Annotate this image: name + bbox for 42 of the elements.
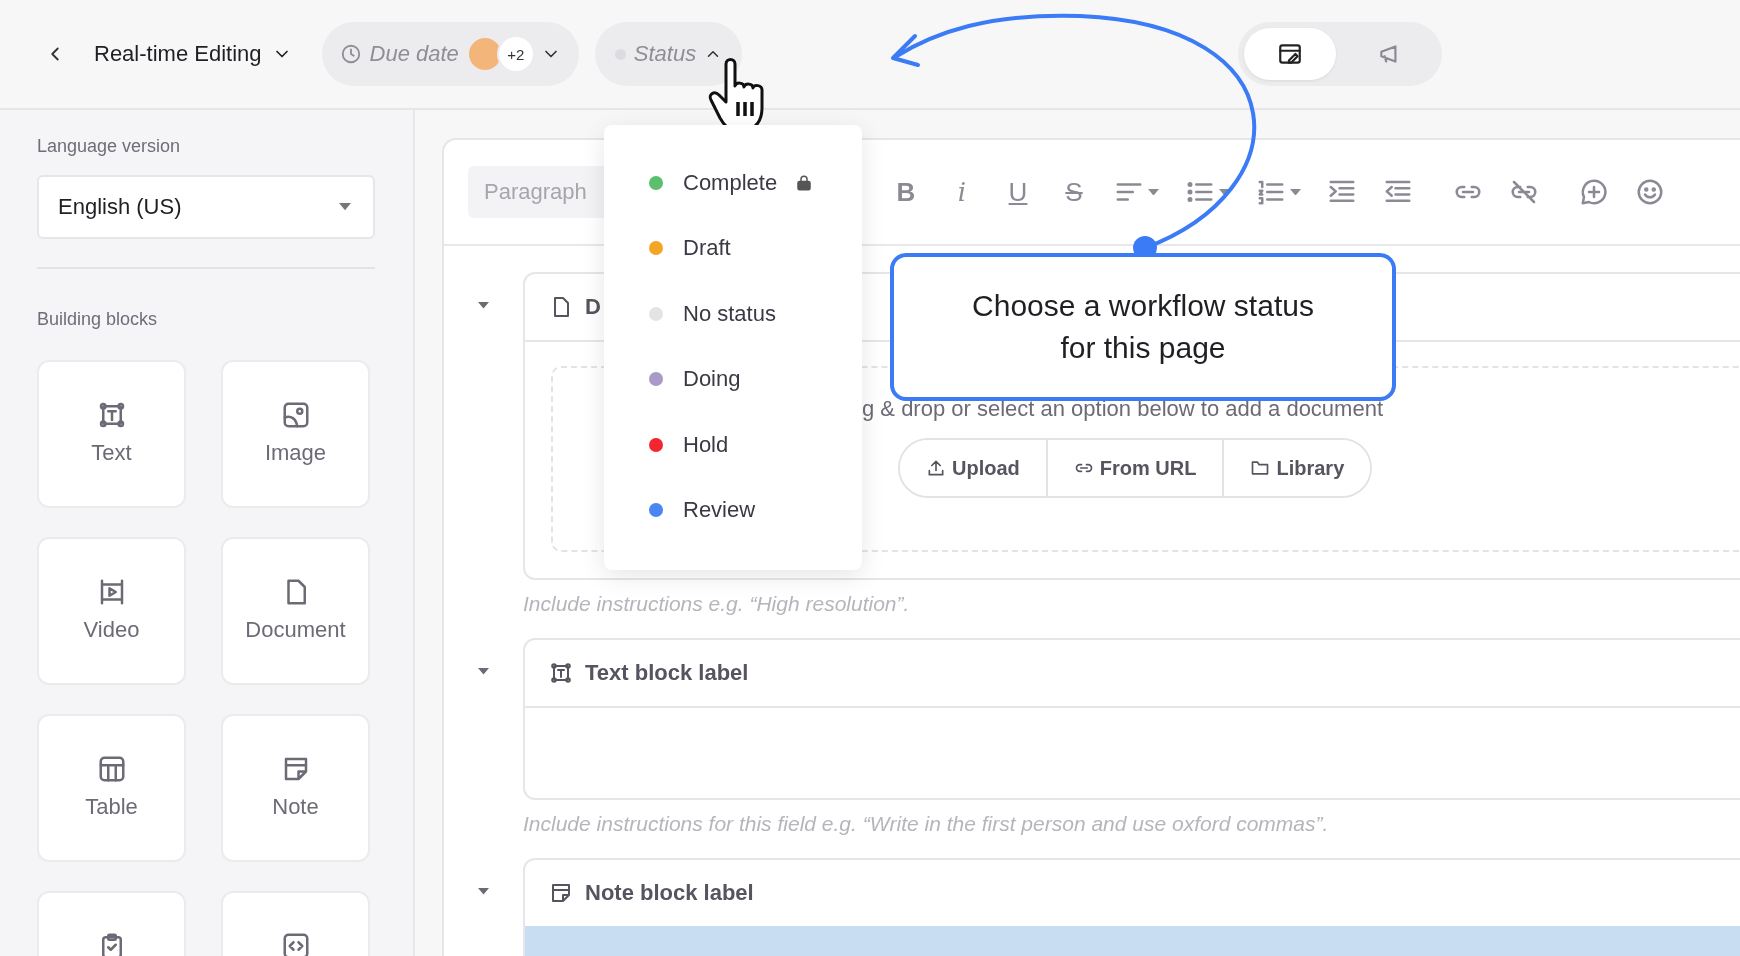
language-select[interactable]: English (US) [37,175,375,239]
section-label: Language version [37,136,182,157]
clock-icon [339,43,362,65]
edit-window-icon [1277,41,1303,67]
tooltip-callout: Choose a workflow status for this page [890,253,1396,401]
block-tile[interactable]: Document [221,537,370,685]
status-option[interactable]: Review [604,477,862,543]
due-date-button[interactable]: Due date +2 [321,22,579,86]
page-title-dropdown[interactable]: Real-time Editing [94,37,292,71]
caret-icon [339,203,351,211]
code-icon [280,931,311,956]
caret-icon[interactable] [1219,188,1230,196]
smiley-icon[interactable] [1635,177,1665,207]
status-option[interactable]: No status [604,281,862,347]
collapse-caret-icon[interactable] [478,888,489,895]
block-tile[interactable]: Video [37,537,186,685]
block-tile[interactable]: Image [221,360,370,508]
collapse-caret-icon[interactable] [478,668,489,675]
instruction-hint: Include instructions for this field e.g. “Write in the first person and use oxford commas”. [523,812,1330,836]
note-icon [549,881,573,905]
text-block-icon [549,661,573,685]
status-option[interactable]: Hold [604,412,862,478]
collapse-caret-icon[interactable] [478,302,489,309]
instruction-hint: Include instructions e.g. “High resolution”. [523,592,911,616]
avatar [468,38,501,70]
image-icon [280,400,311,430]
block-title: D [585,294,601,320]
block-title: Text block label [585,660,749,686]
upload-icon [926,458,946,478]
block-tile[interactable]: Table [37,714,186,862]
add-comment-icon[interactable] [1579,177,1609,207]
status-option[interactable]: Draft [604,215,862,281]
upload-option-button[interactable]: Upload [900,440,1048,496]
section-label: Building blocks [37,309,159,330]
view-tab[interactable] [1244,28,1336,80]
folder-icon [1250,458,1271,478]
table-icon [96,754,127,784]
caret-icon[interactable] [1290,188,1301,196]
caret-icon[interactable] [1148,188,1159,196]
block-title: Note block label [585,880,754,906]
block-tile[interactable]: Text [37,360,186,508]
block-tile[interactable]: Note [221,714,370,862]
